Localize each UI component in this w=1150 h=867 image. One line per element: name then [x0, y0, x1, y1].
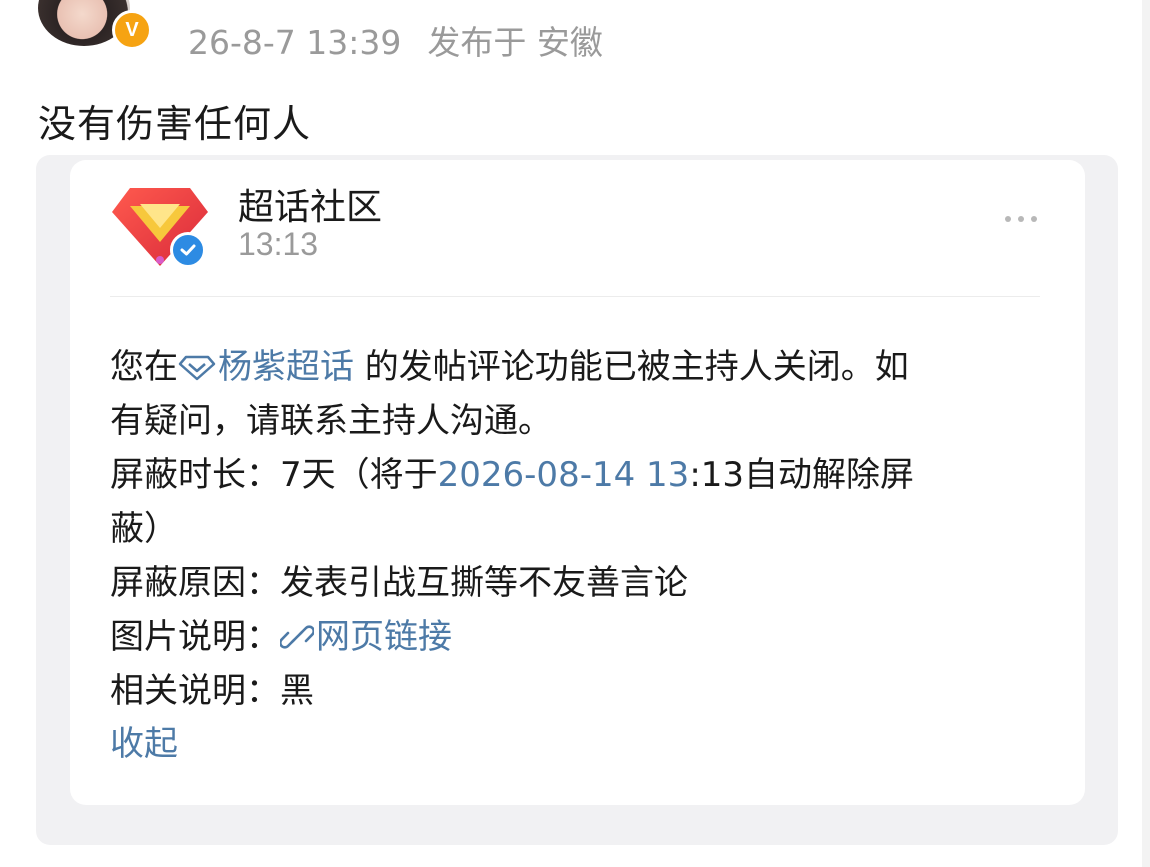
block-duration-line-2: 蔽） [110, 509, 178, 549]
image-description: 图片说明： 网页链接 [110, 617, 452, 657]
screen-edge [1142, 0, 1150, 867]
duration-date-link[interactable]: 2026-08-14 13 [438, 455, 690, 495]
post-timestamp: 26-8-7 13:39 [188, 23, 402, 62]
collapse-button[interactable]: 收起 [110, 716, 178, 765]
vip-badge-icon: V [112, 10, 152, 50]
web-link[interactable]: 网页链接 [280, 617, 452, 657]
more-dots-icon[interactable] [1005, 204, 1047, 234]
card-divider [110, 296, 1040, 297]
notice-line-2: 有疑问，请联系主持人沟通。 [110, 401, 552, 441]
related-note: 相关说明：黑 [110, 671, 314, 711]
post-location: 发布于 安徽 [427, 23, 603, 62]
post-meta: 26-8-7 13:39 发布于 安徽 [188, 16, 629, 64]
diamond-icon [178, 355, 216, 381]
notice-line-1: 您在 杨紫超话 的发帖评论功能已被主持人关闭。如 [110, 347, 909, 387]
link-chain-icon [280, 625, 314, 649]
notice-body: 您在 杨紫超话 的发帖评论功能已被主持人关闭。如 有疑问，请联系主持人沟通。 屏蔽… [110, 340, 1045, 718]
account-name[interactable]: 超话社区 [238, 178, 382, 230]
block-reason: 屏蔽原因：发表引战互撕等不友善言论 [110, 563, 688, 603]
topic-link[interactable]: 杨紫超话 [178, 347, 354, 387]
message-time: 13:13 [238, 226, 319, 262]
block-duration: 屏蔽时长：7天（将于2026-08-14 13:13自动解除屏 [110, 455, 915, 495]
verified-check-icon [170, 232, 206, 268]
post-text: 没有伤害任何人 [38, 102, 312, 146]
